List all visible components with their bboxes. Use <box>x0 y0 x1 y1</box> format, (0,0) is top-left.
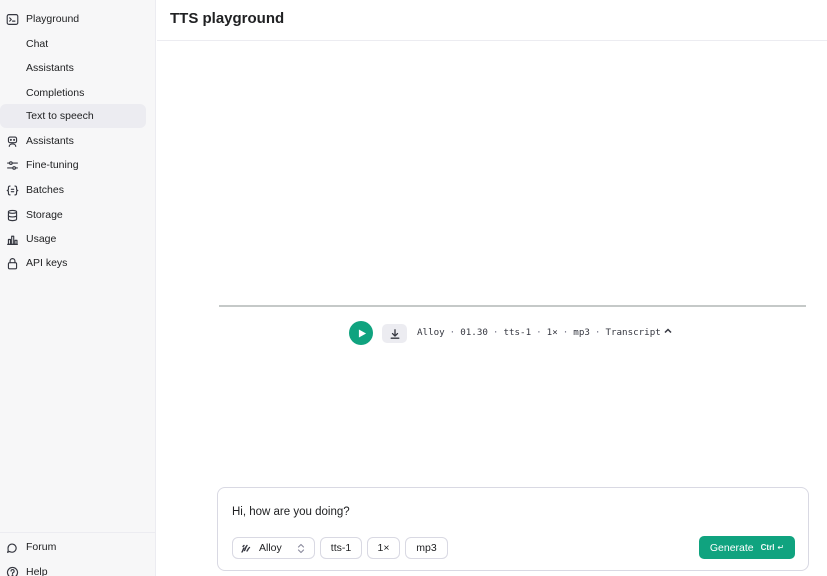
bar-chart-icon <box>6 233 19 246</box>
sidebar-item-label: Storage <box>26 209 63 221</box>
sidebar-item-assistants-playground[interactable]: Assistants <box>0 56 146 80</box>
audio-metadata: Alloy · 01.30 · tts-1 · 1× · mp3 · Trans… <box>417 327 672 338</box>
sidebar-item-label: Usage <box>26 233 57 245</box>
voice-wave-icon <box>240 542 252 554</box>
forum-icon <box>6 541 19 554</box>
meta-speed: 1× <box>546 327 558 338</box>
page-title: TTS playground <box>170 10 285 27</box>
enter-key-icon: ↵ <box>777 543 785 552</box>
chevron-updown-icon <box>297 543 305 554</box>
meta-separator: · <box>492 327 499 338</box>
sidebar: Playground Chat Assistants Completions T… <box>0 0 156 576</box>
model-select[interactable]: tts-1 <box>320 537 362 559</box>
text-input[interactable]: Hi, how are you doing? <box>232 506 350 518</box>
sidebar-divider <box>0 532 156 533</box>
sidebar-item-label: Completions <box>26 87 85 99</box>
sidebar-item-playground[interactable]: Playground <box>0 7 146 31</box>
sidebar-item-forum[interactable]: Forum <box>0 535 146 559</box>
format-select-value: mp3 <box>416 542 437 554</box>
transcript-label: Transcript <box>605 327 661 338</box>
model-select-value: tts-1 <box>330 542 352 554</box>
chevron-up-icon <box>664 327 672 338</box>
text-composer: Hi, how are you doing? Alloy tts-1 1× mp… <box>217 487 809 571</box>
sidebar-item-completions[interactable]: Completions <box>0 81 146 105</box>
sidebar-item-label: Assistants <box>26 62 74 74</box>
sidebar-item-fine-tuning[interactable]: Fine-tuning <box>0 153 146 177</box>
sidebar-item-label: Batches <box>26 184 64 196</box>
sliders-icon <box>6 159 19 172</box>
voice-select-value: Alloy <box>259 542 282 554</box>
sidebar-item-text-to-speech[interactable]: Text to speech <box>0 104 146 128</box>
voice-select[interactable]: Alloy <box>232 537 315 559</box>
database-icon <box>6 209 19 222</box>
help-icon <box>6 566 19 576</box>
transcript-toggle[interactable]: Transcript <box>605 327 672 338</box>
sidebar-item-label: Text to speech <box>26 110 94 122</box>
meta-format: mp3 <box>573 327 590 338</box>
meta-separator: · <box>594 327 601 338</box>
play-button[interactable] <box>349 321 373 345</box>
sidebar-item-usage[interactable]: Usage <box>0 227 146 251</box>
speed-select-value: 1× <box>377 542 390 554</box>
lock-icon <box>6 257 19 270</box>
meta-duration: 01.30 <box>460 327 488 338</box>
meta-separator: · <box>536 327 542 338</box>
sidebar-item-batches[interactable]: Batches <box>0 178 146 202</box>
sidebar-item-help[interactable]: Help <box>0 560 146 576</box>
braces-icon <box>6 184 19 197</box>
sidebar-item-chat[interactable]: Chat <box>0 32 146 56</box>
sidebar-item-label: Playground <box>26 13 80 25</box>
meta-separator: · <box>562 327 569 338</box>
sidebar-item-label: API keys <box>26 257 68 269</box>
generate-label: Generate <box>709 541 754 554</box>
audio-waveform-track[interactable] <box>219 305 806 307</box>
download-icon <box>390 328 399 339</box>
sidebar-item-label: Assistants <box>26 135 74 147</box>
sidebar-item-assistants[interactable]: Assistants <box>0 129 146 153</box>
page-header: TTS playground <box>157 0 827 41</box>
play-icon <box>358 328 366 338</box>
sidebar-item-api-keys[interactable]: API keys <box>0 251 146 275</box>
sidebar-item-label: Chat <box>26 38 49 50</box>
download-button[interactable] <box>382 324 407 343</box>
meta-model: tts-1 <box>503 327 532 338</box>
speed-select[interactable]: 1× <box>367 537 400 559</box>
format-select[interactable]: mp3 <box>405 537 448 559</box>
sidebar-item-storage[interactable]: Storage <box>0 203 146 227</box>
sidebar-item-label: Fine-tuning <box>26 159 79 171</box>
shortcut-ctrl: Ctrl <box>760 543 775 552</box>
meta-separator: · <box>449 327 456 338</box>
generate-button[interactable]: Generate Ctrl ↵ <box>699 536 795 559</box>
robot-icon <box>6 135 19 148</box>
sidebar-item-label: Help <box>26 566 48 576</box>
meta-voice: Alloy <box>417 327 445 338</box>
terminal-icon <box>6 13 19 26</box>
sidebar-item-label: Forum <box>26 541 57 553</box>
